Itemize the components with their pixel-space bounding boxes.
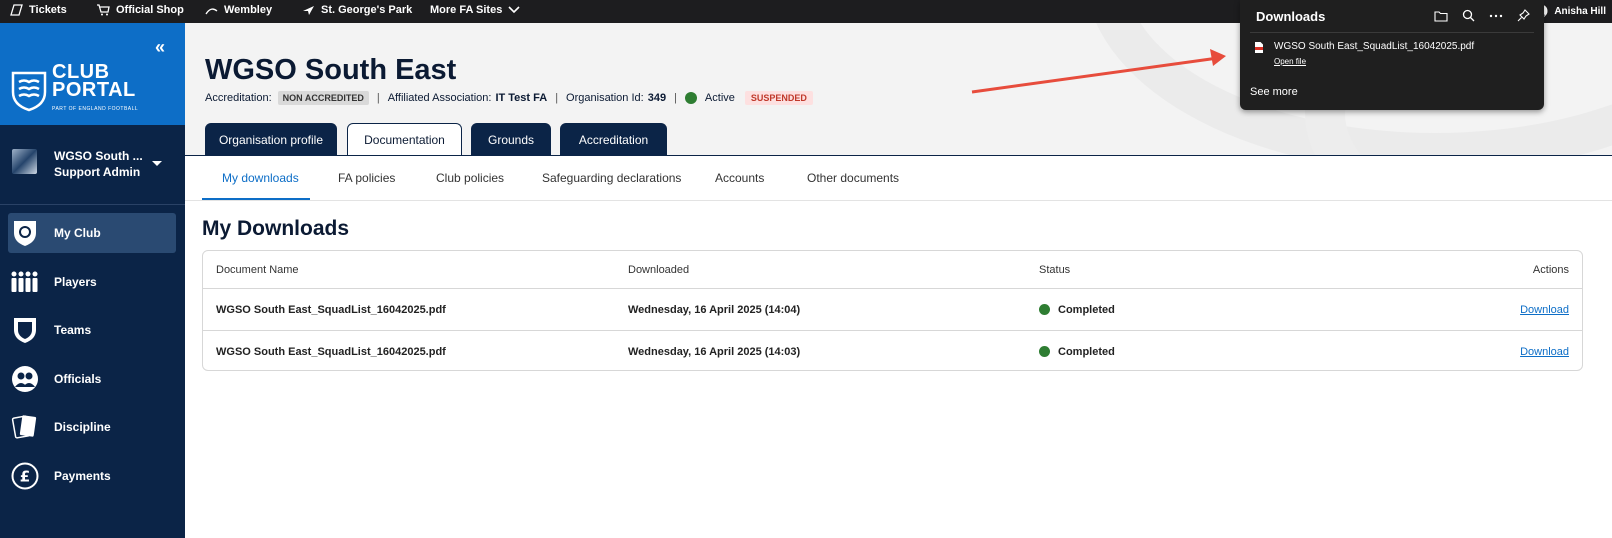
annotation-arrow (971, 49, 1226, 94)
sidebar-item-teams[interactable]: Teams (8, 310, 176, 350)
active-subtab-indicator (202, 198, 310, 200)
tab-documentation[interactable]: Documentation (347, 123, 462, 156)
st-georges-park-link[interactable]: St. George's Park (302, 4, 412, 16)
column-header-status: Status (1039, 263, 1071, 276)
subtab-fa-policies[interactable]: FA policies (338, 171, 395, 185)
org-id: 349 (647, 92, 667, 104)
sidebar: « CLUB PORTAL PART OF ENGLAND FOOTBALL W… (0, 23, 185, 538)
see-more-link[interactable]: See more (1250, 86, 1298, 98)
brand-bar: « CLUB PORTAL PART OF ENGLAND FOOTBALL (0, 23, 185, 125)
three-lions-crest-icon (11, 71, 47, 111)
download-file-name: WGSO South East_SquadList_16042025.pdf (1274, 41, 1475, 52)
documentation-subtabs: My downloads FA policies Club policies S… (185, 156, 1612, 201)
subtab-club-policies[interactable]: Club policies (436, 171, 504, 185)
table-row: WGSO South East_SquadList_16042025.pdf W… (203, 288, 1582, 330)
sidebar-item-my-club[interactable]: My Club (8, 213, 176, 253)
shield-icon (10, 218, 40, 248)
caret-down-icon (152, 161, 162, 166)
pound-icon: £ (10, 461, 40, 491)
status-cell: Completed (1039, 331, 1115, 372)
subtab-accounts[interactable]: Accounts (715, 171, 764, 185)
cart-icon (96, 4, 110, 16)
table-header: Document Name Downloaded Status Actions (203, 251, 1582, 288)
accreditation-badge: NON ACCREDITED (277, 91, 369, 105)
svg-text:£: £ (20, 468, 30, 486)
collapse-sidebar-icon[interactable]: « (155, 37, 165, 58)
page-title: WGSO South East (205, 54, 457, 86)
tab-organisation-profile[interactable]: Organisation profile (205, 123, 337, 156)
column-header-document-name: Document Name (216, 263, 299, 276)
download-link[interactable]: Download (1520, 346, 1569, 358)
completed-status-dot (1039, 346, 1050, 357)
tab-grounds[interactable]: Grounds (471, 123, 551, 156)
pdf-file-icon (1254, 41, 1264, 66)
downloaded-date: Wednesday, 16 April 2025 (14:03) (628, 345, 801, 358)
tab-accreditation[interactable]: Accreditation (560, 123, 667, 156)
column-header-downloaded: Downloaded (628, 263, 690, 276)
officials-icon (10, 364, 40, 394)
folder-icon[interactable] (1434, 9, 1448, 27)
download-entry[interactable]: WGSO South East_SquadList_16042025.pdf O… (1254, 41, 1474, 66)
org-avatar (12, 149, 37, 174)
open-file-link[interactable]: Open file (1274, 57, 1474, 66)
org-switcher[interactable]: WGSO South ... Support Admin (0, 125, 185, 205)
wembley-arch-icon (205, 5, 218, 15)
subtab-other-documents[interactable]: Other documents (807, 171, 899, 185)
downloads-table: Document Name Downloaded Status Actions … (202, 250, 1583, 371)
teams-icon (10, 315, 40, 345)
more-options-icon[interactable] (1489, 9, 1503, 27)
downloads-panel-title: Downloads (1256, 9, 1326, 24)
sidebar-item-officials[interactable]: Officials (8, 359, 176, 399)
downloads-panel: Downloads WGSO South East_SquadList_1604… (1240, 0, 1544, 110)
subtab-safeguarding-declarations[interactable]: Safeguarding declarations (542, 171, 681, 185)
document-name: WGSO South East_SquadList_16042025.pdf (216, 345, 446, 358)
ticket-icon (10, 4, 23, 16)
user-menu[interactable]: Anisha Hill (1534, 4, 1606, 18)
table-row: WGSO South East_SquadList_16042025.pdf W… (203, 330, 1582, 372)
sidebar-item-players[interactable]: Players (8, 262, 176, 302)
column-header-actions: Actions (1532, 263, 1569, 276)
tickets-link[interactable]: Tickets (10, 4, 67, 16)
active-status-dot (684, 92, 697, 104)
affiliated-association: IT Test FA (495, 92, 548, 104)
plane-icon (302, 4, 315, 16)
sidebar-item-payments[interactable]: £ Payments (8, 456, 176, 496)
completed-status-dot (1039, 304, 1050, 315)
status-text: Active (704, 92, 735, 104)
section-title: My Downloads (202, 217, 350, 240)
org-meta: Accreditation: NON ACCREDITED | Affiliat… (205, 91, 813, 105)
download-link[interactable]: Download (1520, 304, 1569, 316)
downloaded-date: Wednesday, 16 April 2025 (14:04) (628, 303, 801, 316)
discipline-icon (10, 412, 40, 442)
org-role: Support Admin (54, 165, 141, 179)
wembley-link[interactable]: Wembley (205, 4, 272, 16)
official-shop-link[interactable]: Official Shop (96, 4, 184, 16)
status-cell: Completed (1039, 289, 1115, 330)
pin-icon[interactable] (1517, 9, 1530, 27)
club-portal-logo[interactable]: CLUB PORTAL PART OF ENGLAND FOOTBALL (10, 62, 138, 118)
subtab-my-downloads[interactable]: My downloads (222, 171, 299, 185)
suspended-badge: SUSPENDED (744, 91, 813, 105)
document-name: WGSO South East_SquadList_16042025.pdf (216, 303, 446, 316)
more-fa-sites-dropdown[interactable]: More FA Sites (430, 4, 520, 16)
players-icon (10, 267, 40, 297)
search-icon[interactable] (1462, 9, 1475, 27)
org-name: WGSO South ... (54, 149, 143, 163)
chevron-down-icon (508, 6, 520, 14)
sidebar-item-discipline[interactable]: Discipline (8, 407, 176, 447)
user-name: Anisha Hill (1554, 5, 1606, 17)
